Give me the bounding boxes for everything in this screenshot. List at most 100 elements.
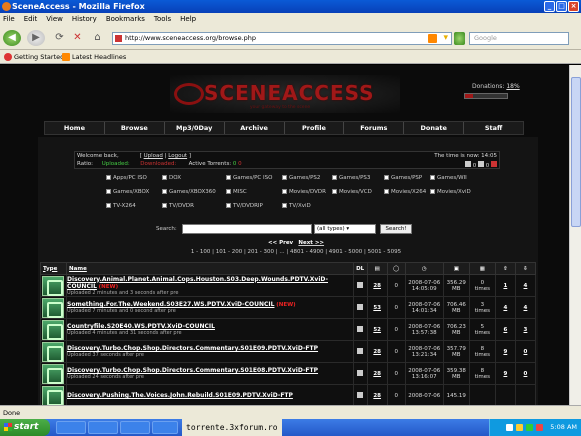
tray-icon[interactable] <box>506 424 513 431</box>
checkbox[interactable] <box>332 189 337 194</box>
nav-forums[interactable]: Forums <box>344 122 405 134</box>
download-icon[interactable] <box>357 391 364 398</box>
nav-archive[interactable]: Archive <box>225 122 285 134</box>
checkbox[interactable] <box>226 203 231 208</box>
logout-link[interactable]: Logout <box>168 153 187 159</box>
download-icon[interactable] <box>357 369 364 376</box>
category-checkbox[interactable]: Apps/PC ISO <box>106 175 147 181</box>
torrent-name-link[interactable]: Discovery.Turbo.Chop.Shop.Directors.Comm… <box>67 345 318 352</box>
home-icon[interactable]: ⌂ <box>91 32 104 44</box>
tv-category-icon[interactable] <box>42 275 64 296</box>
nav-profile[interactable]: Profile <box>285 122 345 134</box>
header-snatched-icon[interactable]: ▦ <box>468 262 496 275</box>
category-checkbox[interactable]: Games/XBOX <box>106 189 149 195</box>
header-seeders-icon[interactable]: ⇧ <box>494 262 516 275</box>
header-files-icon[interactable]: ▤ <box>366 262 388 275</box>
start-button[interactable]: start <box>0 419 50 436</box>
checkbox[interactable] <box>106 189 111 194</box>
menu-history[interactable]: History <box>72 13 97 26</box>
search-input[interactable]: Google <box>469 32 569 45</box>
maximize-button[interactable]: □ <box>556 1 567 12</box>
download-icon[interactable] <box>357 347 364 354</box>
checkbox[interactable] <box>282 189 287 194</box>
next-link[interactable]: Next >> <box>298 240 324 246</box>
bookmark-star-icon[interactable]: ▾ <box>443 33 448 44</box>
download-icon[interactable] <box>357 281 364 288</box>
category-checkbox[interactable]: Games/PSP <box>384 175 422 181</box>
category-checkbox[interactable]: TV/DVDR <box>162 203 194 209</box>
tv-category-icon[interactable] <box>42 319 64 340</box>
donations-value[interactable]: 18% <box>506 83 519 90</box>
checkbox[interactable] <box>282 203 287 208</box>
category-checkbox[interactable]: Movies/VCD <box>332 189 372 195</box>
checkbox[interactable] <box>332 175 337 180</box>
scrollbar-thumb[interactable] <box>571 77 581 227</box>
files-link[interactable]: 53 <box>373 305 381 311</box>
header-comments-icon[interactable]: ◯ <box>386 262 406 275</box>
category-checkbox[interactable]: Games/WII <box>430 175 467 181</box>
tray-icon[interactable] <box>516 424 523 431</box>
nav-donate[interactable]: Donate <box>404 122 465 134</box>
leechers-link[interactable]: 3 <box>524 327 528 333</box>
tv-category-icon[interactable] <box>42 297 64 318</box>
search-button[interactable]: Search! <box>380 224 412 234</box>
checkbox[interactable] <box>162 175 167 180</box>
stop-icon[interactable]: ✕ <box>71 32 84 44</box>
sent-icon[interactable] <box>478 161 484 167</box>
inbox-icon[interactable] <box>465 161 471 167</box>
files-link[interactable]: 28 <box>373 371 381 377</box>
nav-home[interactable]: Home <box>45 122 105 134</box>
upload-link[interactable]: Upload <box>144 153 163 159</box>
reload-icon[interactable]: ⟳ <box>53 32 66 44</box>
page-ranges[interactable]: 1 - 100 | 101 - 200 | 201 - 300 | ... | … <box>166 249 426 255</box>
site-logo[interactable]: SCENEACCESS your gateway to the scene <box>170 75 400 113</box>
category-checkbox[interactable]: MISC <box>226 189 247 195</box>
download-icon[interactable] <box>357 325 364 332</box>
page-scrollbar[interactable] <box>569 65 581 405</box>
category-checkbox[interactable]: DOX <box>162 175 181 181</box>
back-button[interactable]: ◀ <box>3 30 21 46</box>
category-checkbox[interactable]: Movies/XviD <box>430 189 471 195</box>
checkbox[interactable] <box>384 175 389 180</box>
bookmark-getting-started[interactable]: Getting Started <box>14 50 64 64</box>
torrent-name-link[interactable]: Discovery.Turbo.Chop.Shop.Directors.Comm… <box>67 367 318 374</box>
files-link[interactable]: 28 <box>373 349 381 355</box>
category-checkbox[interactable]: TV/XviD <box>282 203 311 209</box>
bookmark-latest-headlines[interactable]: Latest Headlines <box>72 50 126 64</box>
menu-tools[interactable]: Tools <box>154 13 171 26</box>
category-checkbox[interactable]: Games/PC ISO <box>226 175 272 181</box>
torrent-name-link[interactable]: Countryfile.S20E40.WS.PDTV.XviD-COUNCIL <box>67 323 215 330</box>
menu-file[interactable]: File <box>3 13 15 26</box>
checkbox[interactable] <box>384 189 389 194</box>
tv-category-icon[interactable] <box>42 363 64 384</box>
seeders-link[interactable]: 4 <box>503 305 507 311</box>
header-size-icon[interactable]: ▣ <box>442 262 470 275</box>
seeders-link[interactable]: 9 <box>503 349 507 355</box>
menu-edit[interactable]: Edit <box>24 13 38 26</box>
checkbox[interactable] <box>106 203 111 208</box>
menu-bookmarks[interactable]: Bookmarks <box>106 13 145 26</box>
checkbox[interactable] <box>106 175 111 180</box>
checkbox[interactable] <box>226 175 231 180</box>
rss-icon[interactable] <box>491 161 497 167</box>
leechers-link[interactable]: 4 <box>524 305 528 311</box>
prev-link[interactable]: << Prev <box>268 240 293 246</box>
files-link[interactable]: 28 <box>373 393 381 399</box>
forward-button[interactable]: ▶ <box>27 30 45 46</box>
menu-help[interactable]: Help <box>180 13 196 26</box>
tray-icon[interactable] <box>526 424 533 431</box>
nav-staff[interactable]: Staff <box>464 122 523 134</box>
address-bar[interactable]: http://www.sceneaccess.org/browse.php ▾ <box>112 32 452 45</box>
taskbar-item[interactable] <box>56 421 86 434</box>
checkbox[interactable] <box>282 175 287 180</box>
checkbox[interactable] <box>430 175 435 180</box>
nav-mp3-0day[interactable]: Mp3/0Day <box>165 122 225 134</box>
header-added-icon[interactable]: ◷ <box>404 262 444 275</box>
header-name[interactable]: Name <box>66 262 354 275</box>
taskbar-item[interactable] <box>152 421 178 434</box>
category-checkbox[interactable]: Movies/X264 <box>384 189 426 195</box>
files-link[interactable]: 28 <box>373 283 381 289</box>
taskbar-item[interactable] <box>88 421 118 434</box>
leechers-link[interactable]: 4 <box>524 283 528 289</box>
category-checkbox[interactable]: TV/DVDRIP <box>226 203 263 209</box>
